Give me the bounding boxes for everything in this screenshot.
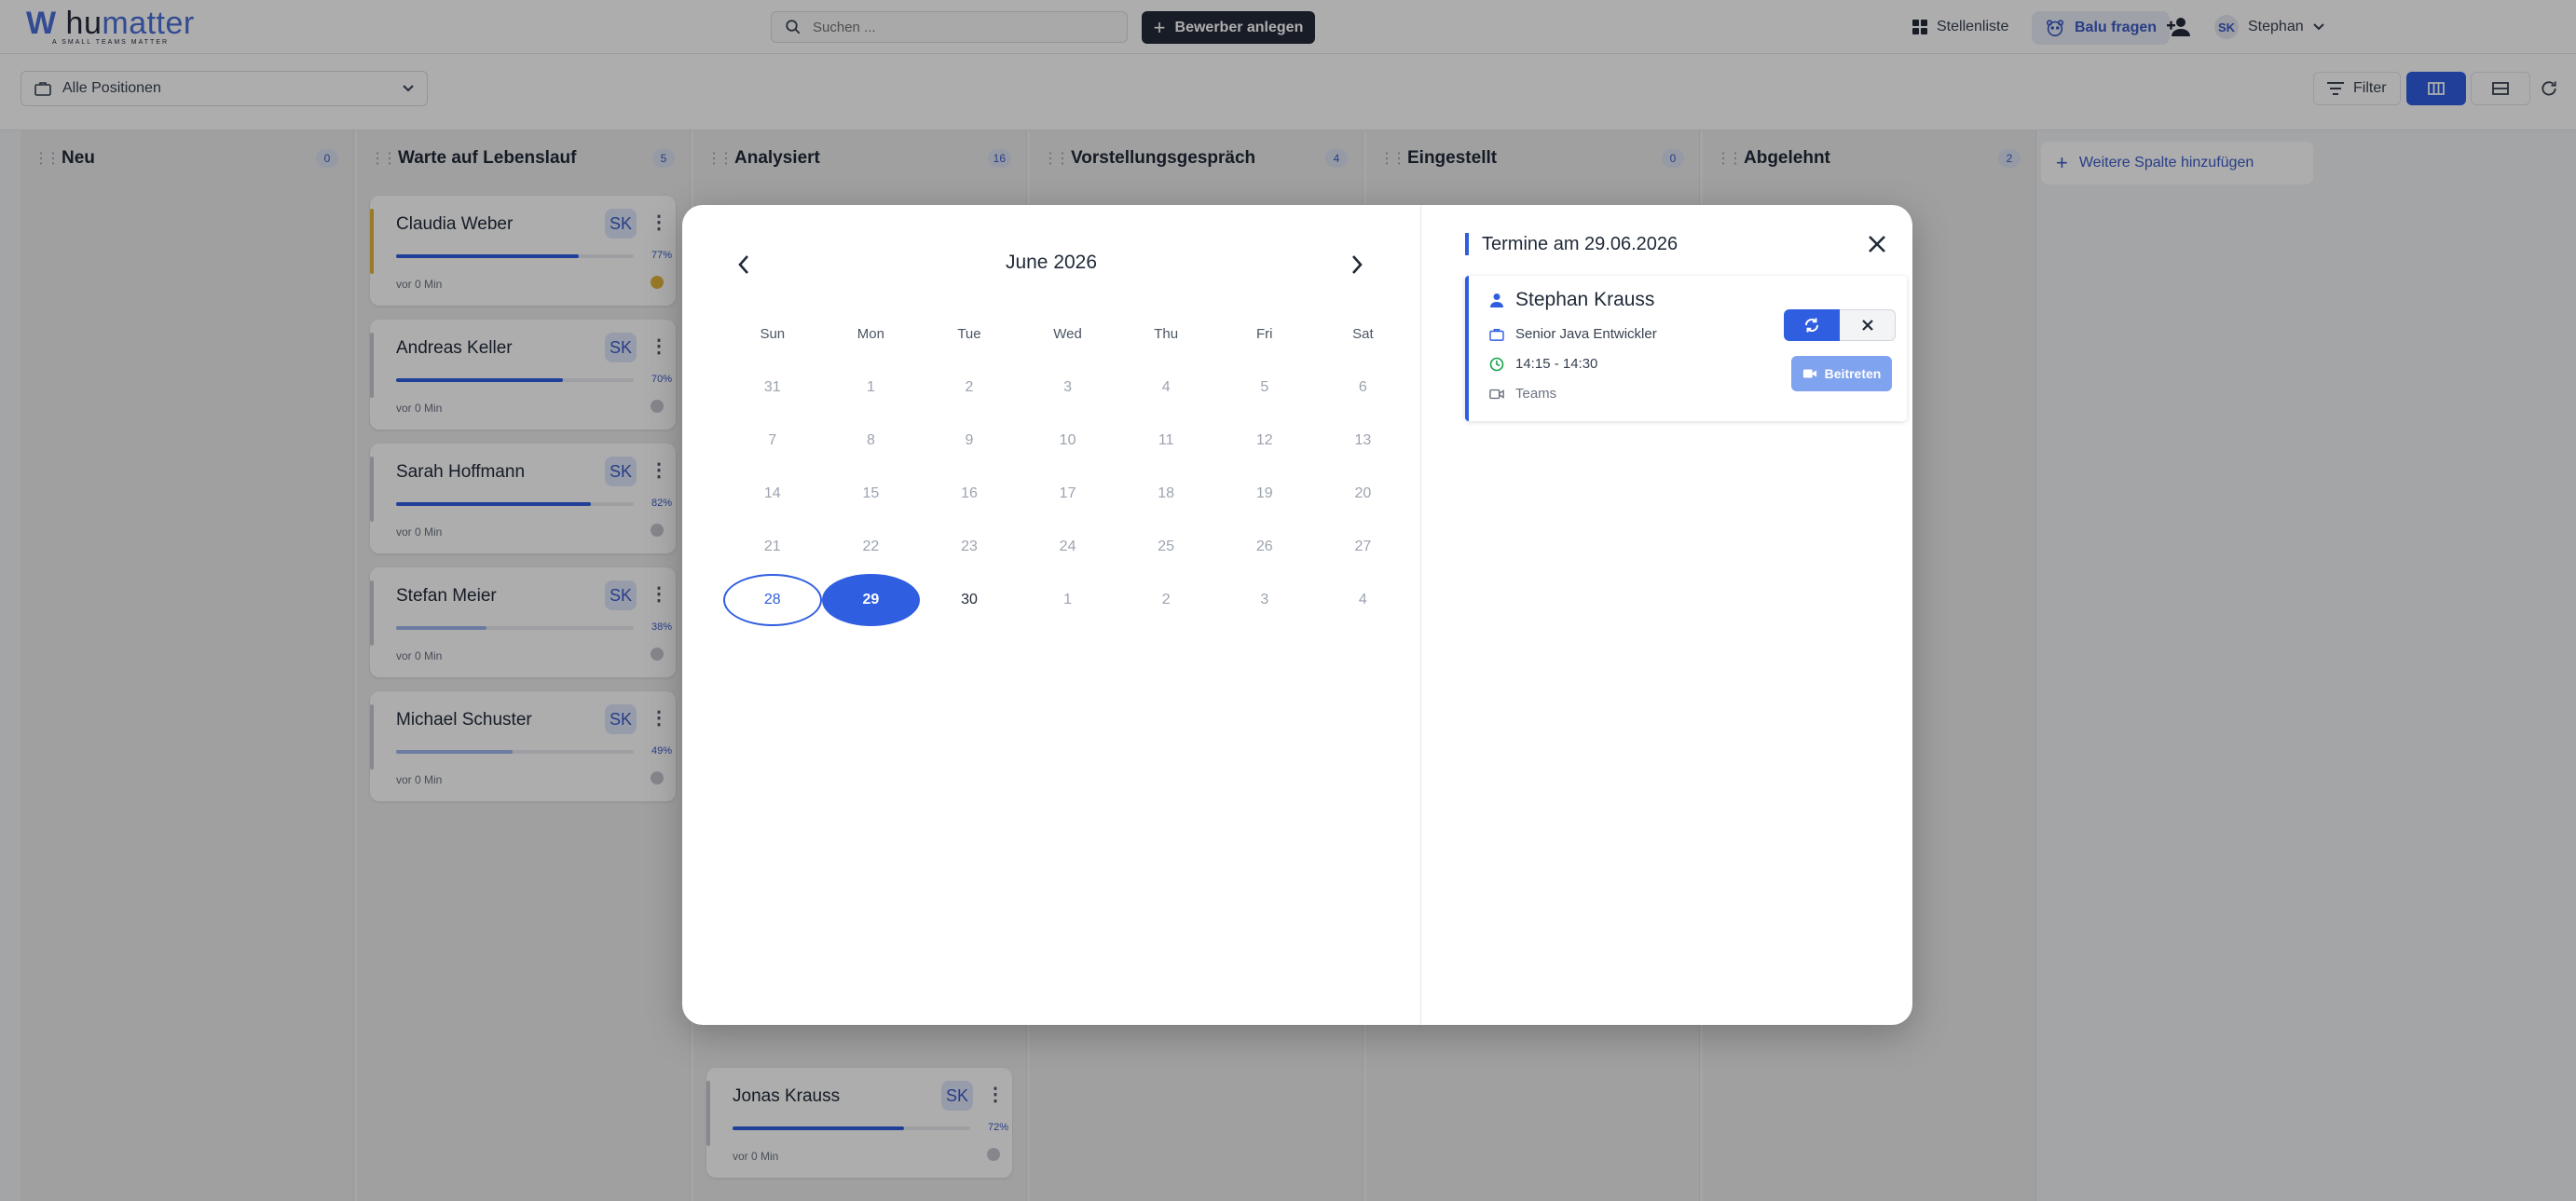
join-meeting-label: Beitreten [1824,366,1882,381]
calendar-day[interactable]: 12 [1215,415,1314,467]
appointments-panel: Termine am 29.06.2026 Stephan Krauss Sen… [1446,205,1912,1025]
previous-month-button[interactable] [725,246,762,283]
calendar-day[interactable]: 6 [1314,362,1413,414]
appointment-card[interactable]: Stephan Krauss Senior Java Entwickler 14… [1465,276,1907,421]
sync-icon [1805,318,1818,333]
calendar-day[interactable]: 1 [822,362,921,414]
appointment-platform: Teams [1515,386,1557,402]
weekday-label: Mon [856,326,884,342]
chevron-right-icon [1352,255,1363,274]
calendar-day[interactable]: 26 [1215,521,1314,573]
weekday-label: Thu [1154,326,1179,342]
calendar-day-today[interactable]: 28 [723,574,822,626]
weekday-label: Sat [1352,326,1374,342]
selected-day-marker: 29 [821,574,921,626]
calendar-day[interactable]: 1 [1019,574,1117,626]
calendar-day-selected[interactable]: 29 [821,574,921,626]
weekday-header: Sun Mon Tue Wed Thu Fri Sat [723,326,1413,342]
calendar-day[interactable]: 31 [723,362,822,414]
calendar-day[interactable]: 9 [920,415,1019,467]
month-label: June 2026 [1005,252,1098,273]
weekday-label: Tue [957,326,981,342]
close-modal-button[interactable] [1857,224,1898,265]
today-marker: 28 [723,574,822,626]
calendar-week: 31 1 2 3 4 5 6 [723,362,1413,414]
calendar-week: 7 8 9 10 11 12 13 [723,415,1413,467]
calendar-modal: June 2026 Sun Mon Tue Wed Thu Fri Sat 31… [682,205,1912,1025]
calendar-day[interactable]: 4 [1314,574,1413,626]
calendar-day[interactable]: 24 [1019,521,1117,573]
close-icon [1861,320,1873,331]
calendar-day[interactable]: 4 [1117,362,1215,414]
calendar-panel: June 2026 Sun Mon Tue Wed Thu Fri Sat 31… [682,205,1420,1025]
appointment-time: 14:15 - 14:30 [1515,356,1598,372]
calendar-day[interactable]: 23 [920,521,1019,573]
close-icon [1869,236,1885,252]
calendar-week: 21 22 23 24 25 26 27 [723,521,1413,573]
weekday-label: Fri [1256,326,1273,342]
calendar-day[interactable]: 25 [1117,521,1215,573]
reschedule-button[interactable] [1784,309,1840,341]
calendar-day[interactable]: 27 [1314,521,1413,573]
appointment-position-row: Senior Java Entwickler [1489,326,1657,342]
weekday-label: Sun [760,326,786,342]
appointment-name-row: Stephan Krauss [1489,289,1654,311]
cancel-appointment-button[interactable] [1840,309,1896,341]
panel-divider [1420,205,1421,1025]
appointment-time-row: 14:15 - 14:30 [1489,356,1597,372]
calendar-day[interactable]: 3 [1019,362,1117,414]
calendar-day[interactable]: 13 [1314,415,1413,467]
weekday-label: Wed [1053,326,1082,342]
calendar-week: 28 29 30 1 2 3 4 [723,574,1413,626]
person-icon [1490,293,1503,307]
join-meeting-button[interactable]: Beitreten [1791,356,1892,391]
clock-icon [1489,357,1504,371]
calendar-day[interactable]: 20 [1314,468,1413,520]
appointment-platform-row: Teams [1489,386,1556,402]
calendar-day[interactable]: 2 [1117,574,1215,626]
calendar-day[interactable]: 2 [920,362,1019,414]
briefcase-icon [1489,328,1504,341]
next-month-button[interactable] [1338,246,1376,283]
calendar-day[interactable]: 5 [1215,362,1314,414]
calendar-day[interactable]: 18 [1117,468,1215,520]
appointment-candidate-name: Stephan Krauss [1515,289,1655,310]
calendar-day[interactable]: 22 [822,521,921,573]
video-camera-icon [1489,389,1504,399]
calendar-week: 14 15 16 17 18 19 20 [723,468,1413,520]
calendar-day[interactable]: 16 [920,468,1019,520]
calendar-day[interactable]: 14 [723,468,822,520]
video-camera-icon [1802,369,1816,378]
calendar-day[interactable]: 11 [1117,415,1215,467]
calendar-day[interactable]: 19 [1215,468,1314,520]
appointment-actions [1784,309,1896,341]
calendar-day[interactable]: 21 [723,521,822,573]
calendar-day[interactable]: 7 [723,415,822,467]
chevron-left-icon [738,255,748,274]
calendar-day[interactable]: 17 [1019,468,1117,520]
calendar-day[interactable]: 10 [1019,415,1117,467]
appointment-position: Senior Java Entwickler [1515,326,1657,342]
calendar-day[interactable]: 3 [1215,574,1314,626]
appointments-heading: Termine am 29.06.2026 [1465,233,1678,255]
calendar-day[interactable]: 30 [920,574,1019,626]
calendar-day[interactable]: 15 [822,468,921,520]
calendar-day[interactable]: 8 [822,415,921,467]
